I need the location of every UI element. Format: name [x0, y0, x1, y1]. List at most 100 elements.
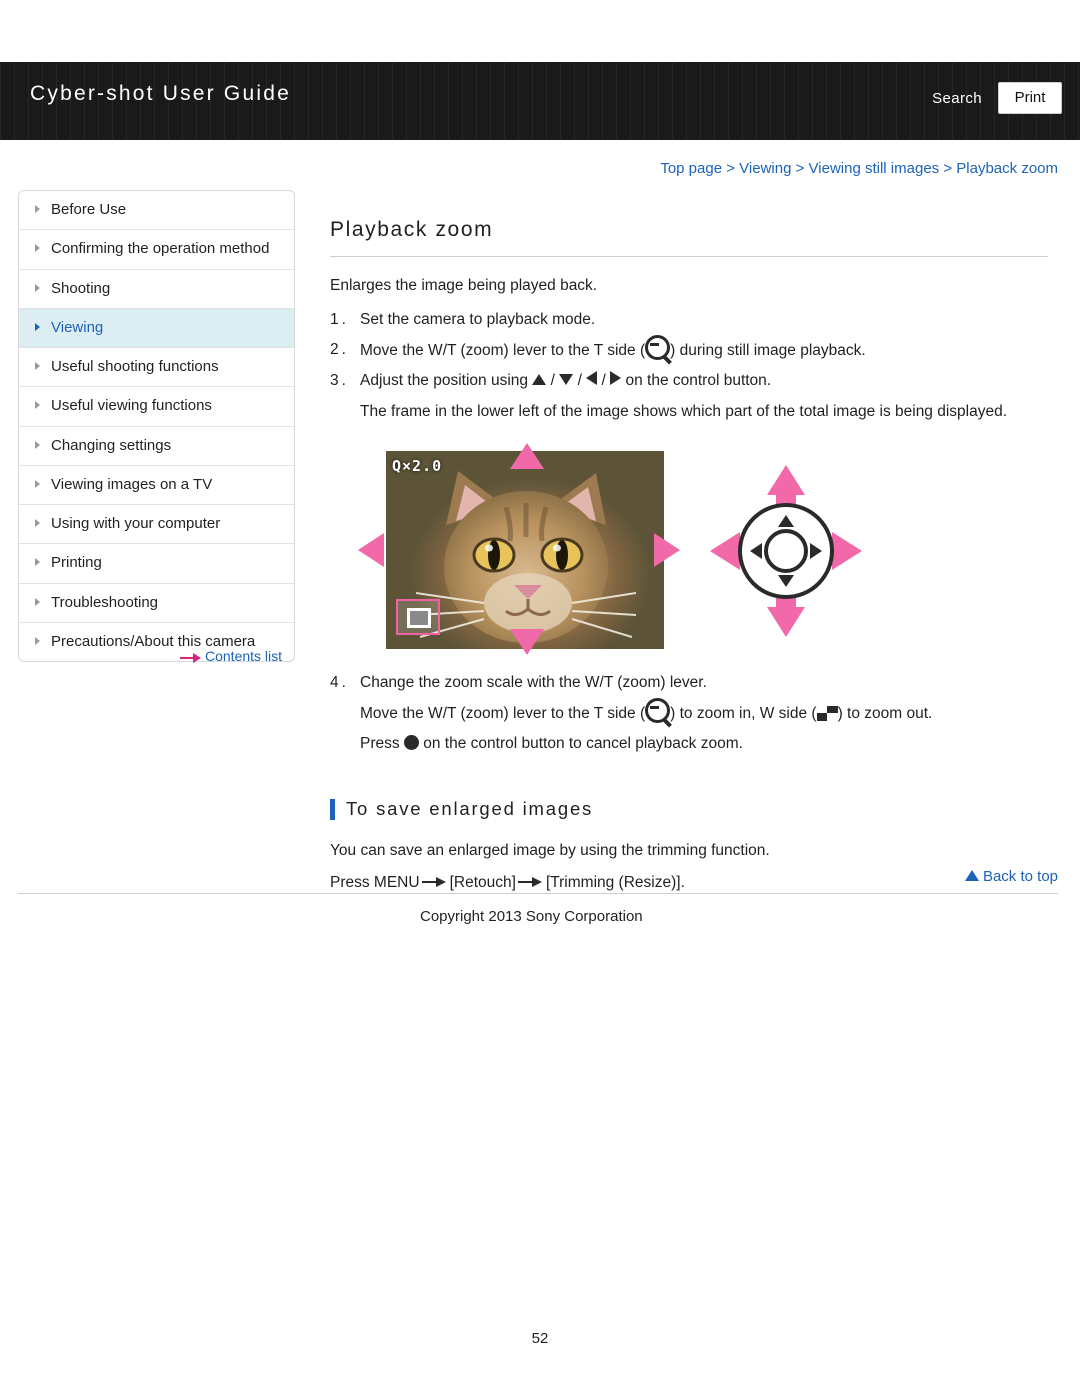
chevron-right-icon — [35, 519, 40, 527]
arrow-right-icon — [421, 876, 448, 888]
breadcrumb-item-viewing[interactable]: Viewing — [739, 160, 791, 177]
sidebar-item-label: Confirming the operation method — [51, 240, 270, 258]
step-3: 3. Adjust the position using / / / on th… — [330, 366, 1048, 396]
sidebar-item-confirming-the-operation-method[interactable]: Confirming the operation method — [19, 230, 294, 270]
sidebar-item-useful-shooting-functions[interactable]: Useful shooting functions — [19, 348, 294, 388]
step-text: Set the camera to playback mode. — [360, 311, 596, 328]
step-text: Change the zoom scale with the W/T (zoom… — [360, 673, 707, 691]
breadcrumb-item-top-page[interactable]: Top page — [660, 160, 722, 177]
arrow-up-icon — [532, 374, 547, 386]
icon-separator: / — [577, 372, 582, 390]
chevron-right-icon — [35, 597, 40, 606]
control-button-diagram — [710, 464, 862, 637]
step-number: 1. — [330, 311, 349, 328]
chevron-right-icon — [35, 205, 40, 213]
zoom-position-frame — [396, 598, 440, 635]
back-to-top-label: Back to top — [982, 868, 1058, 885]
sidebar-item-label: Changing settings — [51, 436, 172, 454]
section-heading-to-save-enlarged-images: To save enlarged images — [330, 798, 1048, 820]
zoom-position-indicator — [407, 607, 431, 628]
arrow-left-icon — [586, 371, 598, 386]
page-title: Playback zoom — [330, 218, 1048, 257]
step-text-after-icons: on the control button. — [625, 372, 772, 390]
menu-path-a: Press MENU — [330, 873, 420, 891]
step-4-cancel-text: on the control button to cancel playback… — [423, 735, 743, 753]
step-number: 2. — [330, 341, 349, 359]
step-4-text-c: ) to zoom out. — [837, 705, 933, 723]
step-text-before-icon: Move the W/T (zoom) lever to the T side … — [360, 342, 646, 360]
step-4-text-a: Move the W/T (zoom) lever to the T side … — [360, 705, 646, 723]
pink-arrow-left-icon — [358, 532, 384, 567]
sidebar-item-using-with-your-computer[interactable]: Using with your computer — [19, 505, 294, 545]
sidebar-item-troubleshooting[interactable]: Troubleshooting — [19, 584, 294, 623]
sidebar-item-label: Troubleshooting — [51, 593, 159, 611]
step-4-press-text: Press — [360, 735, 400, 753]
breadcrumb-separator: > — [795, 160, 805, 177]
breadcrumb-separator: > — [943, 160, 953, 177]
sidebar-item-label: Viewing — [51, 318, 104, 336]
zoom-scale-label: Q×2.0 — [392, 456, 443, 475]
breadcrumb: Top page > Viewing > Viewing still image… — [660, 160, 1058, 177]
sidebar-item-changing-settings[interactable]: Changing settings — [19, 427, 294, 466]
breadcrumb-item-viewing-still-images[interactable]: Viewing still images — [809, 160, 940, 177]
chevron-right-icon — [35, 244, 40, 253]
step-text-after-icon: ) during still image playback. — [670, 342, 866, 360]
arrow-down-icon — [559, 374, 574, 386]
site-header: Cyber-shot User Guide Search Print — [0, 62, 1080, 140]
playback-zoom-figure: Q×2.0 — [358, 442, 862, 658]
sidebar-item-viewing-images-on-a-tv[interactable]: Viewing images on a TV — [19, 466, 294, 505]
menu-path-b: [Retouch] — [449, 873, 516, 891]
sidebar-item-label: Viewing images on a TV — [51, 475, 213, 493]
footer-divider — [18, 893, 1058, 894]
step-4-line-2: Move the W/T (zoom) lever to the T side … — [330, 698, 1048, 729]
chevron-right-icon — [35, 283, 40, 292]
center-button-icon — [403, 735, 419, 751]
chevron-right-icon — [35, 558, 40, 567]
pink-arrow-right-icon — [654, 532, 680, 567]
sidebar-item-shooting[interactable]: Shooting — [19, 270, 294, 309]
sidebar-item-printing[interactable]: Printing — [19, 544, 294, 584]
chevron-right-icon — [35, 362, 40, 370]
step-number: 4. — [330, 673, 349, 691]
pink-arrow-up-icon — [510, 442, 544, 469]
contents-list-label: Contents list — [205, 648, 283, 664]
sidebar-item-label: Useful shooting functions — [51, 358, 219, 375]
step-4-line-3: Press on the control button to cancel pl… — [330, 729, 1048, 759]
sidebar-item-label: Using with your computer — [51, 515, 221, 532]
wide-zoom-icon — [816, 706, 838, 722]
intro-paragraph: Enlarges the image being played back. — [330, 277, 598, 294]
print-button[interactable]: Print — [998, 82, 1062, 114]
icon-separator: / — [601, 372, 606, 390]
step-text-before-icons: Adjust the position using — [360, 372, 529, 390]
sidebar-item-viewing[interactable]: Viewing — [19, 308, 294, 348]
back-to-top-link[interactable]: Back to top — [964, 868, 1058, 885]
triangle-up-icon — [964, 870, 979, 881]
step-3-note: The frame in the lower left of the image… — [360, 402, 1008, 420]
page-number: 52 — [531, 1330, 549, 1347]
chevron-right-icon — [35, 322, 40, 331]
icon-separator: / — [550, 372, 555, 390]
steps-list: 1. Set the camera to playback mode. 2. M… — [330, 305, 1048, 427]
sidebar-item-label: Printing — [51, 554, 102, 572]
chevron-right-icon — [35, 636, 40, 645]
arrow-right-icon — [180, 652, 202, 663]
breadcrumb-item-playback-zoom[interactable]: Playback zoom — [956, 160, 1058, 177]
telephoto-zoom-icon — [645, 335, 671, 361]
search-link[interactable]: Search — [932, 90, 982, 107]
chevron-right-icon — [35, 440, 40, 449]
telephoto-zoom-icon — [645, 698, 671, 724]
section-body-paragraph: You can save an enlarged image by using … — [330, 841, 770, 859]
pink-arrow-down-icon — [510, 628, 544, 655]
cat-photo: Q×2.0 — [386, 450, 664, 649]
sidebar-item-label: Useful viewing functions — [51, 397, 212, 415]
copyright-text: Copyright 2013 Sony Corporation — [420, 908, 643, 925]
sidebar-item-useful-viewing-functions[interactable]: Useful viewing functions — [19, 387, 294, 427]
main-content: Playback zoom Enlarges the image being p… — [330, 190, 1048, 898]
sidebar-item-before-use[interactable]: Before Use — [19, 191, 294, 231]
breadcrumb-separator: > — [726, 160, 735, 177]
arrow-right-icon — [517, 876, 544, 888]
sidebar-item-label: Before Use — [51, 201, 127, 218]
contents-list-link[interactable]: Contents list — [180, 648, 282, 664]
arrow-right-icon — [610, 371, 622, 386]
sidebar-item-label: Shooting — [51, 279, 111, 297]
